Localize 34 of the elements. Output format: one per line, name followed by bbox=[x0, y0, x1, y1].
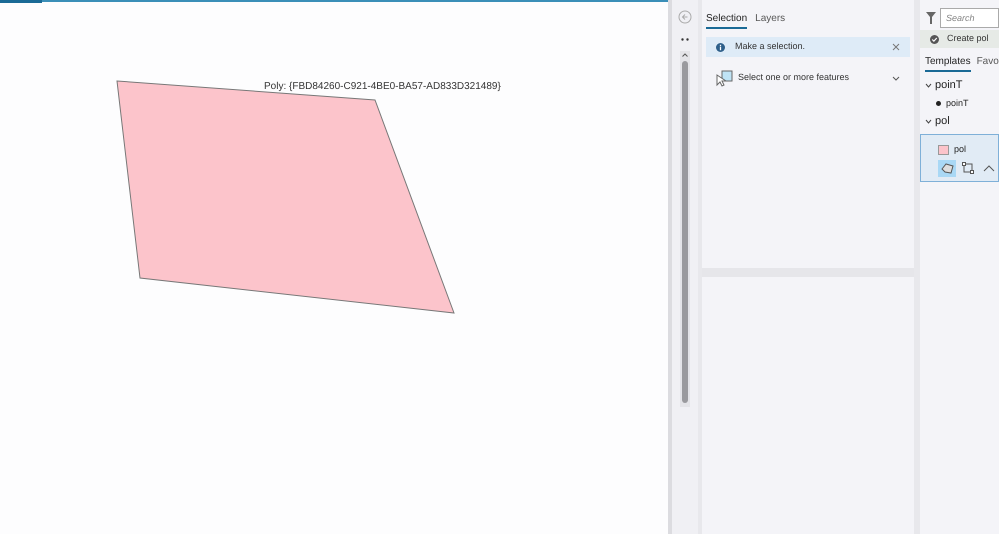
template-item[interactable]: poinT bbox=[920, 95, 999, 112]
info-icon bbox=[716, 42, 725, 52]
line-icon bbox=[983, 164, 995, 172]
more-icon[interactable] bbox=[681, 38, 689, 41]
template-label: poinT bbox=[946, 96, 969, 110]
group-label[interactable]: pol bbox=[935, 113, 950, 130]
scrollbar[interactable] bbox=[680, 51, 690, 407]
rectangle-icon bbox=[962, 162, 974, 174]
chevron-down-icon[interactable] bbox=[925, 119, 932, 124]
check-icon bbox=[930, 34, 939, 44]
template-label: pol bbox=[954, 143, 966, 156]
tab[interactable]: Layers bbox=[755, 11, 786, 29]
status-text: Create pol bbox=[947, 32, 989, 46]
close-icon[interactable] bbox=[892, 43, 900, 51]
scroll-up-icon[interactable] bbox=[682, 53, 688, 57]
filter-icon[interactable] bbox=[926, 12, 936, 24]
select-features-row[interactable]: Select one or more features bbox=[706, 67, 910, 89]
point-symbol-icon bbox=[936, 101, 941, 106]
tab[interactable]: Templates bbox=[925, 54, 971, 72]
template-item[interactable]: pol bbox=[920, 134, 999, 182]
polygon-symbol-icon bbox=[938, 144, 949, 155]
group-label[interactable]: poinT bbox=[935, 77, 963, 94]
chevron-down-icon[interactable] bbox=[892, 76, 900, 80]
tab[interactable]: Favo bbox=[976, 54, 999, 72]
polygon-icon bbox=[940, 162, 954, 174]
feature-label: Poly: {FBD84260-C921-4BE0-BA57-AD833D321489} bbox=[264, 80, 501, 94]
tab[interactable]: Selection bbox=[706, 11, 748, 29]
polygon-tool-button[interactable] bbox=[938, 160, 956, 176]
message-text: Make a selection. bbox=[735, 40, 806, 54]
select-pointer-icon bbox=[716, 69, 734, 87]
chevron-down-icon[interactable] bbox=[925, 83, 932, 88]
prompt-text: Select one or more features bbox=[738, 71, 850, 84]
rectangle-tool-button[interactable] bbox=[959, 160, 977, 176]
search-field[interactable]: Search bbox=[940, 8, 999, 28]
